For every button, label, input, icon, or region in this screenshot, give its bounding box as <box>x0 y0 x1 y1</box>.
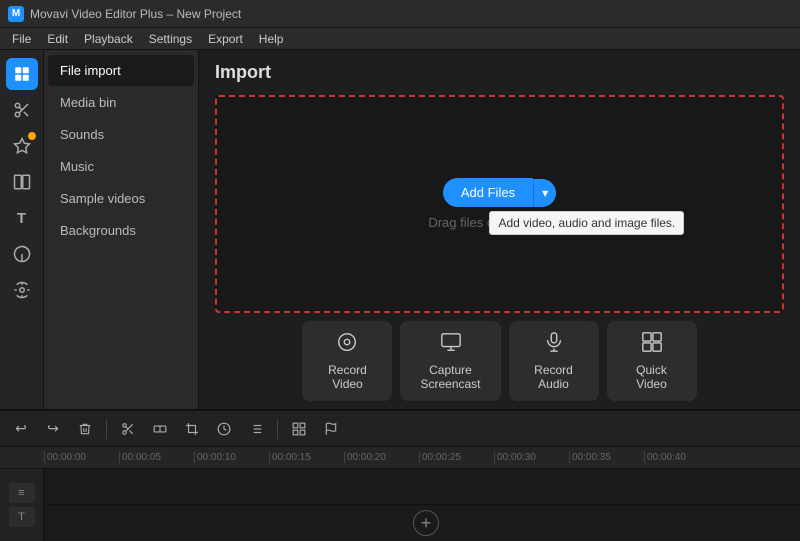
list-button[interactable] <box>243 416 269 442</box>
add-files-dropdown-button[interactable]: ▾ <box>533 179 556 207</box>
timeline-ruler: 00:00:00 00:00:05 00:00:10 00:00:15 00:0… <box>0 447 800 469</box>
ruler-mark-1: 00:00:05 <box>119 452 194 463</box>
app-title: Movavi Video Editor Plus – New Project <box>30 7 241 21</box>
ruler-mark-5: 00:00:25 <box>419 452 494 463</box>
sidebar-item-media-bin[interactable]: Media bin <box>48 87 194 118</box>
record-video-icon <box>336 331 358 359</box>
capture-screencast-icon <box>440 331 462 359</box>
left-toolbar: T <box>0 50 44 409</box>
ruler-marks: 00:00:00 00:00:05 00:00:10 00:00:15 00:0… <box>44 452 719 463</box>
sidebar-item-backgrounds[interactable]: Backgrounds <box>48 215 194 246</box>
menu-edit[interactable]: Edit <box>39 30 76 48</box>
separator-1 <box>106 419 107 439</box>
add-track-button[interactable]: + <box>413 510 439 536</box>
ruler-mark-6: 00:00:30 <box>494 452 569 463</box>
timeline-track-area: + <box>44 469 800 541</box>
menu-playback[interactable]: Playback <box>76 30 141 48</box>
add-files-button[interactable]: Add Files <box>443 178 533 207</box>
trim-button[interactable] <box>147 416 173 442</box>
effects-toolbar-btn[interactable] <box>6 130 38 162</box>
sidebar: File import Media bin Sounds Music Sampl… <box>44 50 199 409</box>
sidebar-item-sounds[interactable]: Sounds <box>48 119 194 150</box>
timeline: ↩ ↪ 00:00:00 00:00:05 <box>0 409 800 539</box>
separator-2 <box>277 419 278 439</box>
add-files-tooltip: Add video, audio and image files. <box>489 211 684 235</box>
main-area: T File import Media bin Sounds Music Sam… <box>0 50 800 409</box>
timeline-zoom-btn[interactable]: T <box>9 507 35 527</box>
content-inner: Import Add Files ▾ Add video, audio and … <box>199 50 800 313</box>
app-icon: M <box>8 6 24 22</box>
record-audio-label: RecordAudio <box>534 363 573 391</box>
menu-bar: File Edit Playback Settings Export Help <box>0 28 800 50</box>
action-buttons: RecordVideo CaptureScreencast RecordAudi… <box>199 313 800 409</box>
sidebar-item-file-import[interactable]: File import <box>48 55 194 86</box>
ruler-mark-4: 00:00:20 <box>344 452 419 463</box>
transitions-toolbar-btn[interactable] <box>6 166 38 198</box>
quick-video-label: QuickVideo <box>636 363 667 391</box>
flag-button[interactable] <box>318 416 344 442</box>
timeline-track-2: + <box>44 505 800 541</box>
add-files-container: Add Files ▾ Add video, audio and image f… <box>443 178 556 207</box>
capture-screencast-button[interactable]: CaptureScreencast <box>400 321 500 401</box>
scissors-toolbar-btn[interactable] <box>6 94 38 126</box>
title-bar: M Movavi Video Editor Plus – New Project <box>0 0 800 28</box>
capture-screencast-label: CaptureScreencast <box>420 363 480 391</box>
record-video-button[interactable]: RecordVideo <box>302 321 392 401</box>
text-toolbar-btn[interactable]: T <box>6 202 38 234</box>
record-video-label: RecordVideo <box>328 363 367 391</box>
menu-file[interactable]: File <box>4 30 39 48</box>
menu-export[interactable]: Export <box>200 30 251 48</box>
undo-button[interactable]: ↩ <box>8 416 34 442</box>
settings-toolbar-btn[interactable] <box>6 274 38 306</box>
sidebar-item-music[interactable]: Music <box>48 151 194 182</box>
effects-badge <box>28 132 36 140</box>
import-zone[interactable]: Add Files ▾ Add video, audio and image f… <box>215 95 784 313</box>
quick-video-button[interactable]: QuickVideo <box>607 321 697 401</box>
page-title: Import <box>215 62 784 83</box>
timeline-left-panel: ≡ T <box>0 469 44 541</box>
delete-button[interactable] <box>72 416 98 442</box>
ruler-mark-0: 00:00:00 <box>44 452 119 463</box>
record-audio-button[interactable]: RecordAudio <box>509 321 599 401</box>
menu-settings[interactable]: Settings <box>141 30 200 48</box>
sidebar-item-sample-videos[interactable]: Sample videos <box>48 183 194 214</box>
timeline-track-1 <box>44 469 800 505</box>
timeline-content: ≡ T + <box>0 469 800 541</box>
ruler-mark-7: 00:00:35 <box>569 452 644 463</box>
content-area: Import Add Files ▾ Add video, audio and … <box>199 50 800 409</box>
ruler-mark-8: 00:00:40 <box>644 452 719 463</box>
crop-button[interactable] <box>179 416 205 442</box>
redo-button[interactable]: ↪ <box>40 416 66 442</box>
time-button[interactable] <box>211 416 237 442</box>
menu-help[interactable]: Help <box>251 30 292 48</box>
timeline-toolbar: ↩ ↪ <box>0 411 800 447</box>
ruler-mark-2: 00:00:10 <box>194 452 269 463</box>
filter-toolbar-btn[interactable] <box>6 238 38 270</box>
ruler-mark-3: 00:00:15 <box>269 452 344 463</box>
import-toolbar-btn[interactable] <box>6 58 38 90</box>
grid-button[interactable] <box>286 416 312 442</box>
quick-video-icon <box>641 331 663 359</box>
cut-button[interactable] <box>115 416 141 442</box>
timeline-settings-btn[interactable]: ≡ <box>9 483 35 503</box>
record-audio-icon <box>543 331 565 359</box>
